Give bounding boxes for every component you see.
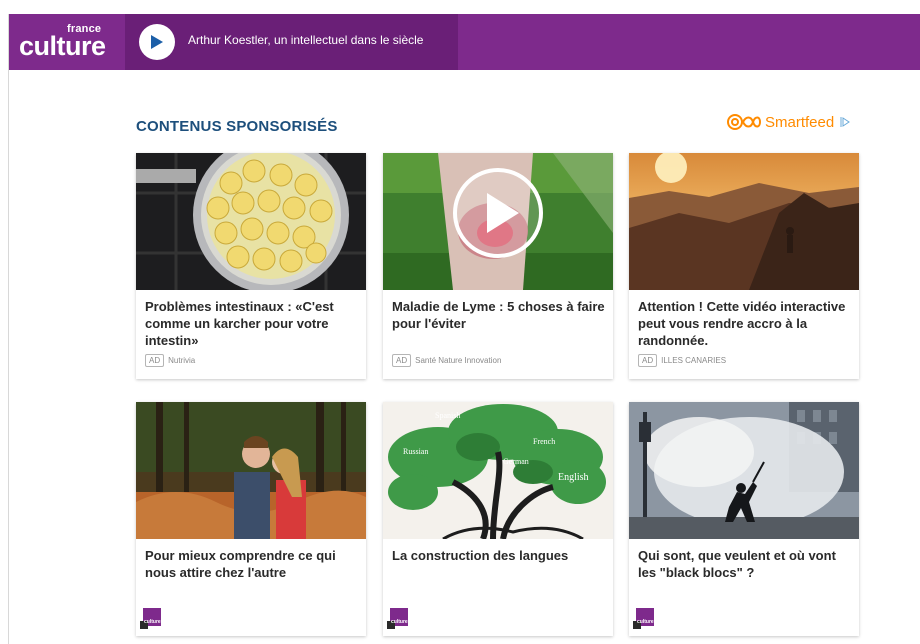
content-card[interactable]: Pour mieux comprendre ce qui nous attire… xyxy=(136,402,366,636)
content-card[interactable]: Qui sont, que veulent et où vont les "bl… xyxy=(629,402,859,636)
adchoices-icon[interactable] xyxy=(840,116,851,128)
ad-source[interactable]: Santé Nature Innovation xyxy=(415,356,501,365)
source-logo-text: culture xyxy=(144,619,161,625)
ad-source[interactable]: Nutrivia xyxy=(168,356,195,365)
source-logo-text: culture xyxy=(391,619,408,625)
ad-badge: AD xyxy=(638,354,658,367)
player-title[interactable]: Arthur Koestler, un intellectuel dans le… xyxy=(188,33,423,47)
card-image-riot xyxy=(629,402,859,539)
smartfeed-label: Smartfeed xyxy=(765,113,835,131)
page-frame: france culture Arthur Koestler, un intel… xyxy=(8,14,920,644)
smartfeed-link[interactable]: Smartfeed xyxy=(727,111,854,133)
card-title[interactable]: Attention ! Cette vidéo interactive peut… xyxy=(638,298,852,349)
svg-text:Spanish: Spanish xyxy=(435,411,460,420)
play-icon xyxy=(151,35,163,49)
content-card[interactable]: Attention ! Cette vidéo interactive peut… xyxy=(629,153,859,379)
smartfeed-logo-icon xyxy=(727,114,761,130)
card-ad-row: AD Nutrivia xyxy=(145,354,195,367)
audio-player: Arthur Koestler, un intellectuel dans le… xyxy=(125,14,458,70)
content-card[interactable]: Spanish German English Russian French La… xyxy=(383,402,613,636)
svg-text:German: German xyxy=(503,457,529,466)
card-title[interactable]: La construction des langues xyxy=(392,547,606,564)
svg-text:English: English xyxy=(558,472,589,483)
ad-badge: AD xyxy=(392,354,412,367)
card-title[interactable]: Qui sont, que veulent et où vont les "bl… xyxy=(638,547,852,581)
logo-big-text: culture xyxy=(19,31,106,61)
france-culture-source-logo[interactable]: culture xyxy=(633,608,654,629)
content-card[interactable]: Problèmes intestinaux : «C'est comme un … xyxy=(136,153,366,379)
content-card[interactable]: Maladie de Lyme : 5 choses à faire pour … xyxy=(383,153,613,379)
card-title[interactable]: Maladie de Lyme : 5 choses à faire pour … xyxy=(392,298,606,332)
ad-badge: AD xyxy=(145,354,165,367)
card-image-couple xyxy=(136,402,366,539)
svg-text:Russian: Russian xyxy=(403,447,428,456)
card-title[interactable]: Pour mieux comprendre ce qui nous attire… xyxy=(145,547,359,581)
source-logo-text: culture xyxy=(637,619,654,625)
card-image-bananas xyxy=(136,153,366,290)
france-culture-logo[interactable]: france culture xyxy=(19,20,119,64)
card-ad-row: AD Santé Nature Innovation xyxy=(392,354,501,367)
france-culture-source-logo[interactable]: culture xyxy=(140,608,161,629)
card-image-language-tree: Spanish German English Russian French xyxy=(383,402,613,539)
svg-text:French: French xyxy=(533,437,555,446)
card-image-mountain xyxy=(629,153,859,290)
ad-source[interactable]: ILLES CANARIES xyxy=(661,356,726,365)
france-culture-source-logo[interactable]: culture xyxy=(387,608,408,629)
play-button[interactable] xyxy=(139,24,175,60)
card-title[interactable]: Problèmes intestinaux : «C'est comme un … xyxy=(145,298,359,349)
card-ad-row: AD ILLES CANARIES xyxy=(638,354,726,367)
header-bar: france culture Arthur Koestler, un intel… xyxy=(9,14,920,70)
sponsored-section-title: CONTENUS SPONSORISÉS xyxy=(136,118,338,135)
card-image-leg xyxy=(383,153,613,290)
